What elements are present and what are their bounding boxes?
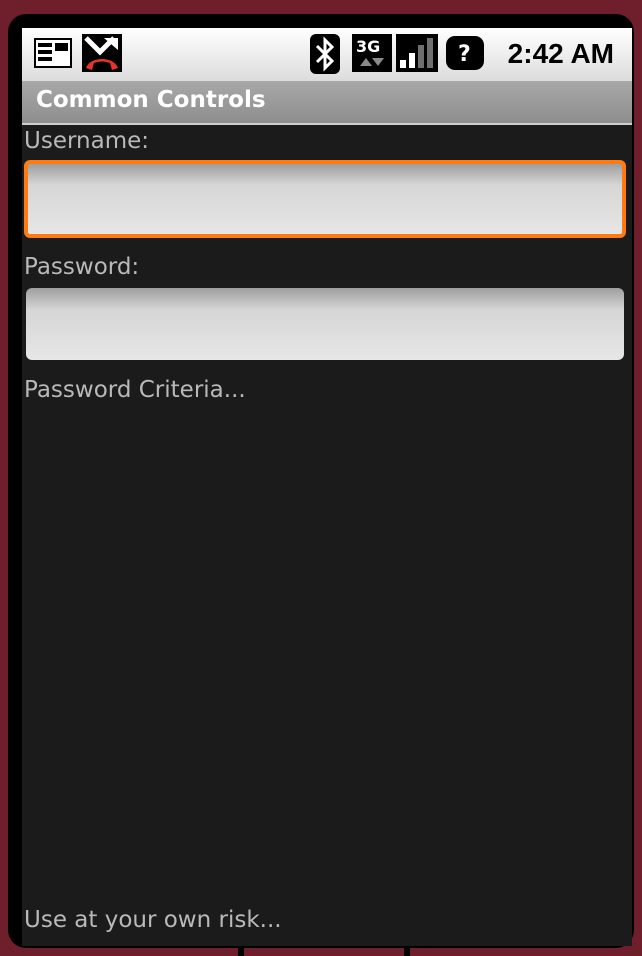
left-mark — [238, 946, 244, 956]
3g-icon: 3G — [352, 32, 392, 78]
unknown-battery-icon: ? — [446, 36, 484, 74]
notification-icon[interactable] — [34, 38, 72, 72]
password-criteria-text[interactable]: Password Criteria... — [24, 376, 246, 404]
app-title-bar: Common Controls — [22, 81, 632, 125]
username-input[interactable] — [24, 160, 626, 238]
username-label: Username: — [24, 128, 149, 154]
app-title: Common Controls — [36, 87, 266, 113]
network-type-label: 3G — [356, 37, 380, 56]
signal-bars-icon — [396, 34, 438, 76]
password-input[interactable] — [26, 288, 624, 360]
unknown-badge-text: ? — [458, 42, 471, 67]
right-mark — [404, 946, 410, 956]
password-label: Password: — [24, 254, 140, 280]
bluetooth-icon — [310, 34, 340, 78]
footer-disclaimer: Use at your own risk... — [24, 907, 282, 933]
status-clock: 2:42 AM — [507, 38, 614, 69]
missed-call-icon[interactable] — [82, 34, 122, 76]
phone-screen: 3G ? 2:42 AM Common Controls Username: P… — [22, 28, 632, 946]
status-bar: 3G ? 2:42 AM — [22, 28, 632, 81]
